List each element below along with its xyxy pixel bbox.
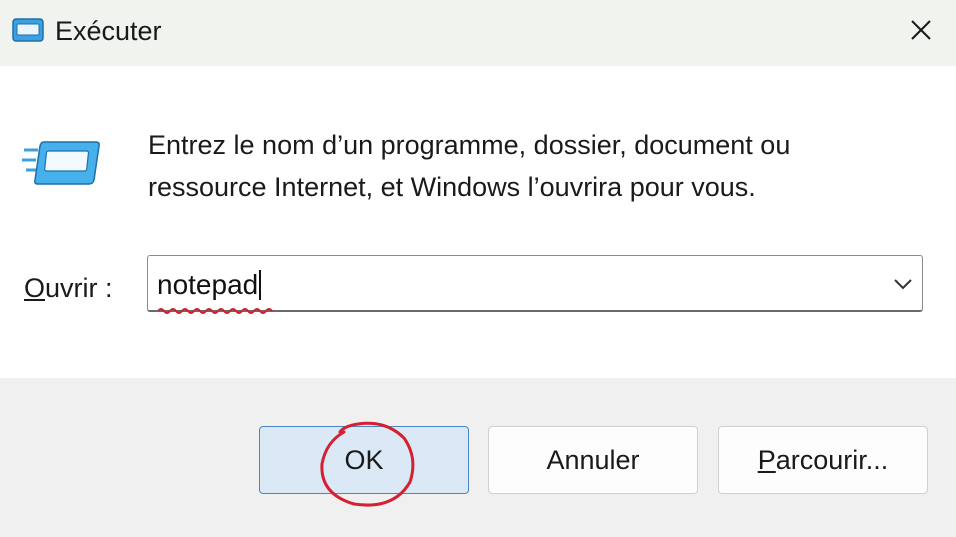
description-line-1: Entrez le nom d’un programme, dossier, d… [148, 130, 791, 160]
run-dialog-icon [12, 18, 44, 42]
ok-button[interactable]: OK [259, 426, 469, 494]
open-input-value: notepad [157, 269, 259, 300]
ok-button-label: OK [344, 444, 384, 475]
browse-button-accelerator: P [757, 444, 776, 475]
text-caret [259, 270, 262, 300]
spellcheck-underline [158, 308, 273, 314]
close-icon [911, 20, 931, 40]
open-label-accelerator: O [24, 273, 46, 303]
open-label-text: uvrir : [45, 273, 113, 303]
open-input[interactable]: notepad [157, 268, 262, 302]
chevron-down-icon[interactable] [890, 274, 916, 294]
title-bar: Exécuter [0, 0, 956, 66]
open-combobox[interactable]: notepad [147, 255, 923, 312]
dialog-body [0, 66, 956, 378]
cancel-button[interactable]: Annuler [488, 426, 698, 494]
description-line-2: ressource Internet, et Windows l’ouvrira… [148, 172, 756, 202]
cancel-button-label: Annuler [546, 444, 640, 475]
run-dialog-icon [22, 141, 100, 185]
open-label: Ouvrir : [24, 271, 113, 305]
run-dialog: Exécuter Entrez le nom d’un programme, d… [0, 0, 956, 537]
window-title: Exécuter [55, 16, 162, 46]
close-button[interactable] [886, 0, 956, 60]
browse-button[interactable]: Parcourir... [718, 426, 928, 494]
browse-button-label: arcourir... [775, 444, 889, 475]
description-text: Entrez le nom d’un programme, dossier, d… [148, 124, 938, 208]
